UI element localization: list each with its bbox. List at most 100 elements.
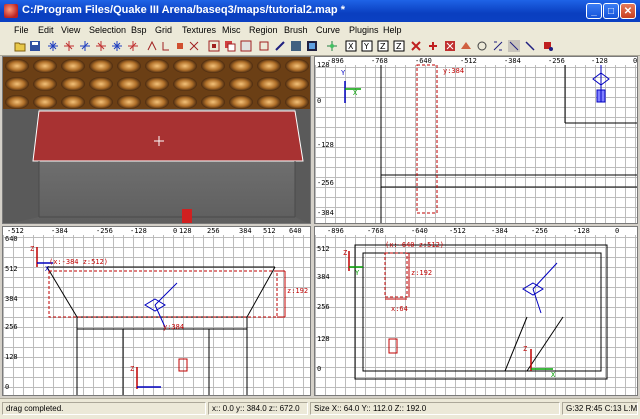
menu-plugins[interactable]: Plugins [349, 25, 379, 35]
menu-selection[interactable]: Selection [89, 25, 126, 35]
svg-text:Z: Z [396, 42, 402, 51]
status-position: x:: 0.0 y:: 384.0 z:: 672.0 [208, 402, 308, 415]
status-size: Size X:: 64.0 Y:: 112.0 Z:: 192.0 [310, 402, 560, 415]
menu-edit[interactable]: Edit [38, 25, 54, 35]
title-bar: C:/Program Files/Quake III Arena/baseq3/… [0, 0, 640, 22]
menu-help[interactable]: Help [383, 25, 402, 35]
z-axis-flip-icon[interactable] [111, 40, 123, 52]
selected-brush [48, 270, 278, 318]
axis-z-label: Z [130, 365, 135, 373]
patch-icon[interactable] [460, 40, 472, 52]
selected-brush [384, 252, 408, 298]
xz-scene [36, 247, 286, 395]
z-dimension-label: z:192 [411, 269, 433, 277]
coords-label: (x:-384 z:512) [49, 258, 109, 266]
brush-edge [504, 316, 528, 372]
xy-scene [344, 64, 637, 223]
axis-x-label: X [551, 371, 556, 379]
y-axis-flip-icon[interactable] [79, 40, 91, 52]
view-z-icon[interactable]: Z [377, 40, 389, 52]
y-axis-rotate-icon[interactable] [95, 40, 107, 52]
status-message: drag completed. [2, 402, 206, 415]
size-tall-icon[interactable] [160, 40, 172, 52]
menu-grid[interactable]: Grid [155, 25, 172, 35]
axis-x-label: X [45, 265, 50, 273]
x-axis-rotate-icon[interactable] [63, 40, 75, 52]
axis-z-label: Z [30, 245, 35, 253]
xy-view-top[interactable]: -896 -768 -640 -512 -384 -256 -128 0 128… [314, 56, 638, 224]
z-axis-rotate-icon[interactable] [127, 40, 139, 52]
axis-y-label: Y [355, 269, 360, 277]
touching-icon[interactable] [188, 40, 200, 52]
camera-marker-icon [144, 282, 178, 328]
red-entity-marker [182, 209, 192, 223]
redisperse-icon[interactable] [444, 40, 456, 52]
axis-z-label: Z [523, 345, 528, 353]
y-dimension-label: y:384 [443, 67, 465, 75]
camera-view[interactable] [2, 56, 311, 224]
change-views-icon[interactable] [290, 40, 302, 52]
camera-position-icon [592, 65, 610, 103]
save-icon[interactable] [29, 40, 41, 52]
yz-view[interactable]: -896 -768 -640 -512 -384 -256 -128 0 512… [314, 226, 638, 396]
camera-icon[interactable] [326, 40, 338, 52]
menu-curve[interactable]: Curve [316, 25, 340, 35]
csg-subtract-icon[interactable] [224, 40, 236, 52]
xz-view[interactable]: -512 -384 -256 -128 0 128 256 384 512 64… [2, 226, 311, 396]
yz-scene [348, 244, 608, 380]
svg-text:Y: Y [363, 42, 369, 51]
clipper-icon[interactable] [274, 40, 286, 52]
show-entities-icon[interactable]: Z [393, 40, 405, 52]
drag-edges-icon[interactable] [476, 40, 488, 52]
menu-region[interactable]: Region [249, 25, 278, 35]
svg-text:Z: Z [380, 42, 386, 51]
axis-y-label: Y [341, 69, 346, 77]
snap-icon[interactable] [524, 40, 536, 52]
hide-selected-icon[interactable] [410, 40, 422, 52]
menu-textures[interactable]: Textures [182, 25, 216, 35]
brush-edge [526, 316, 564, 372]
skybox-ceiling [3, 57, 310, 109]
selected-brush [416, 64, 438, 214]
open-file-icon[interactable] [14, 40, 26, 52]
coords-label: (x:-640 z:512) [385, 241, 445, 249]
svg-text:X: X [348, 42, 354, 51]
selected-brush-face [32, 110, 304, 162]
camera-marker-icon [522, 262, 558, 314]
entity-box [388, 338, 398, 354]
hollow-icon[interactable] [258, 40, 270, 52]
view-y-icon[interactable]: Y [361, 40, 373, 52]
brush-edge [46, 266, 78, 318]
minimize-button[interactable]: _ [586, 3, 602, 19]
left-wall [3, 109, 39, 223]
status-bar: drag completed. x:: 0.0 y:: 384.0 z:: 67… [0, 398, 640, 419]
region-icon[interactable] [542, 40, 554, 52]
z-dimension-label: z:192 [287, 287, 309, 295]
maximize-button[interactable]: □ [603, 3, 619, 19]
partial-tall-icon[interactable] [174, 40, 186, 52]
menu-brush[interactable]: Brush [284, 25, 308, 35]
view-x-icon[interactable]: X [345, 40, 357, 52]
menu-misc[interactable]: Misc [222, 25, 241, 35]
x-dimension-label: x:64 [391, 305, 408, 313]
menu-bar: File Edit View Selection Bsp Grid Textur… [0, 22, 640, 38]
cubic-clip-icon[interactable] [427, 40, 439, 52]
drag-vertices-icon[interactable] [492, 40, 504, 52]
menu-file[interactable]: File [14, 25, 29, 35]
axis-z-label: Z [343, 249, 348, 257]
x-axis-flip-icon[interactable] [47, 40, 59, 52]
clip-icon[interactable] [508, 40, 520, 52]
csg-merge-icon[interactable] [240, 40, 252, 52]
complete-tall-icon[interactable] [146, 40, 158, 52]
menu-view[interactable]: View [61, 25, 80, 35]
inside-icon[interactable] [208, 40, 220, 52]
axis-x-label: X [353, 89, 358, 97]
toolbar: X Y Z Z [0, 38, 640, 56]
brush-edge [246, 266, 276, 318]
status-info: G:32 R:45 C:13 L:MR [562, 402, 638, 415]
menu-bsp[interactable]: Bsp [131, 25, 147, 35]
entity-box [178, 358, 188, 372]
app-icon [4, 4, 18, 18]
texture-lock-icon[interactable] [306, 40, 318, 52]
close-button[interactable]: ✕ [620, 3, 636, 19]
